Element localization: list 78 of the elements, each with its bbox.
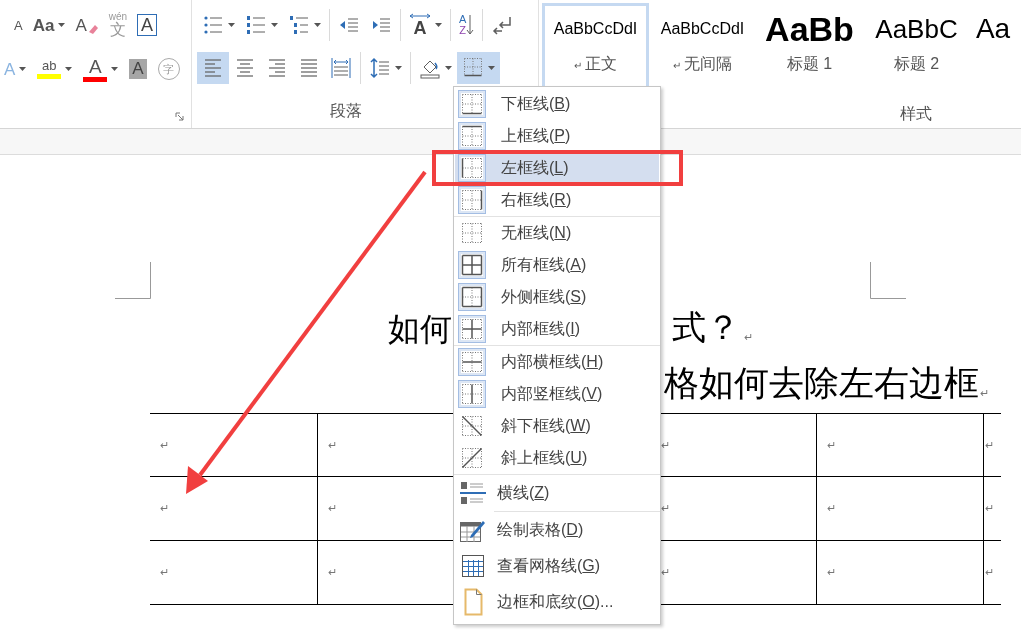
- menu-item[interactable]: 内部竖框线(V): [455, 380, 659, 408]
- menu-item[interactable]: 查看网格线(G): [455, 548, 659, 584]
- menu-item[interactable]: 左框线(L): [455, 154, 659, 182]
- group-label: 样式: [900, 104, 932, 124]
- group-label: 段落: [330, 101, 362, 121]
- title-text: 式？: [672, 311, 740, 345]
- shrink-button[interactable]: A: [10, 10, 27, 40]
- menu-item[interactable]: 斜上框线(U): [455, 444, 659, 472]
- highlight-button[interactable]: ab: [33, 54, 77, 84]
- alignleft-button[interactable]: [197, 52, 229, 84]
- cell-mark: ↵: [827, 501, 837, 517]
- cell-mark: ↵: [160, 437, 169, 453]
- menu-item[interactable]: 外侧框线(S): [455, 283, 659, 311]
- clear-button[interactable]: A: [71, 10, 103, 40]
- subtitle-text: 格如何去除左右边框: [664, 366, 979, 401]
- cell-mark: ↵: [660, 437, 670, 453]
- border-icon: [458, 348, 486, 376]
- cell-mark: ↵: [160, 565, 169, 581]
- border-icon: [458, 380, 486, 408]
- cell-mark: ↵: [327, 501, 337, 517]
- style-item[interactable]: AaBbC 标题 2: [863, 3, 970, 89]
- border-icon: [458, 186, 486, 214]
- menu-item[interactable]: 右框线(R): [455, 186, 659, 214]
- row-end-mark: ↵: [985, 501, 994, 517]
- cell-mark: ↵: [660, 501, 670, 517]
- paragraph-mark: ↵: [744, 329, 753, 345]
- cell-mark: ↵: [827, 437, 837, 453]
- multilevel-list-icon: [288, 14, 310, 36]
- style-item[interactable]: AaBbCcDdI ↵ 无间隔: [649, 3, 756, 89]
- numbered-list-icon: [245, 14, 267, 36]
- cell-mark: ↵: [327, 565, 337, 581]
- border-icon: [458, 251, 486, 279]
- row-end-mark: ↵: [985, 437, 994, 453]
- corner-mark: [870, 262, 906, 299]
- justify-icon: [298, 57, 320, 79]
- border-icon: [458, 154, 486, 182]
- dialog-launcher-icon[interactable]: [175, 112, 184, 121]
- sort-button[interactable]: A Z: [454, 9, 480, 41]
- paragraph-mark: ↵: [980, 385, 989, 401]
- eraser-icon: [86, 23, 99, 34]
- menu-item[interactable]: 下框线(B): [455, 90, 659, 118]
- menu-item[interactable]: 内部框线(I): [455, 315, 659, 343]
- align-center-icon: [234, 57, 256, 79]
- menu-item[interactable]: 边框和底纹(O)...: [455, 584, 659, 620]
- horizontal-line-icon: [459, 480, 487, 506]
- style-item[interactable]: Aa: [970, 3, 1016, 89]
- title-text: 如何: [388, 313, 452, 345]
- arrows-icon: [491, 14, 514, 36]
- cell-mark: ↵: [327, 437, 337, 453]
- align-right-icon: [266, 57, 288, 79]
- borders-icon: [462, 57, 484, 79]
- borders-button[interactable]: [457, 52, 500, 84]
- style-item[interactable]: AaBb 标题 1: [756, 3, 863, 89]
- border-icon: [458, 122, 486, 150]
- align-left-icon: [202, 57, 224, 79]
- case-button[interactable]: Aa: [28, 10, 70, 40]
- cell-mark: ↵: [660, 565, 670, 581]
- line-spacing-icon: [369, 57, 391, 79]
- menu-item[interactable]: 无框线(N): [455, 219, 659, 247]
- corner-mark: [115, 262, 151, 299]
- shade-button[interactable]: A: [125, 54, 151, 84]
- fontcolor-button[interactable]: A: [79, 54, 123, 84]
- border-icon: [458, 90, 486, 118]
- menu-item[interactable]: 所有框线(A): [455, 251, 659, 279]
- border-icon: [458, 315, 486, 343]
- bullet-list-icon: [202, 14, 224, 36]
- grid-icon: [459, 553, 487, 579]
- menu-item[interactable]: 上框线(P): [455, 122, 659, 150]
- border-icon: [458, 283, 486, 311]
- row-end-mark: ↵: [985, 565, 994, 581]
- menu-item[interactable]: 绘制表格(D): [455, 512, 659, 548]
- menu-item[interactable]: 斜下框线(W): [455, 412, 659, 440]
- cell-mark: ↵: [827, 565, 837, 581]
- cell-mark: ↵: [160, 501, 169, 517]
- distribute-icon: [330, 57, 352, 79]
- menu-item[interactable]: 内部横框线(H): [455, 348, 659, 376]
- menu-item[interactable]: 横线(Z): [455, 475, 659, 511]
- layout-button[interactable]: A: [404, 9, 447, 41]
